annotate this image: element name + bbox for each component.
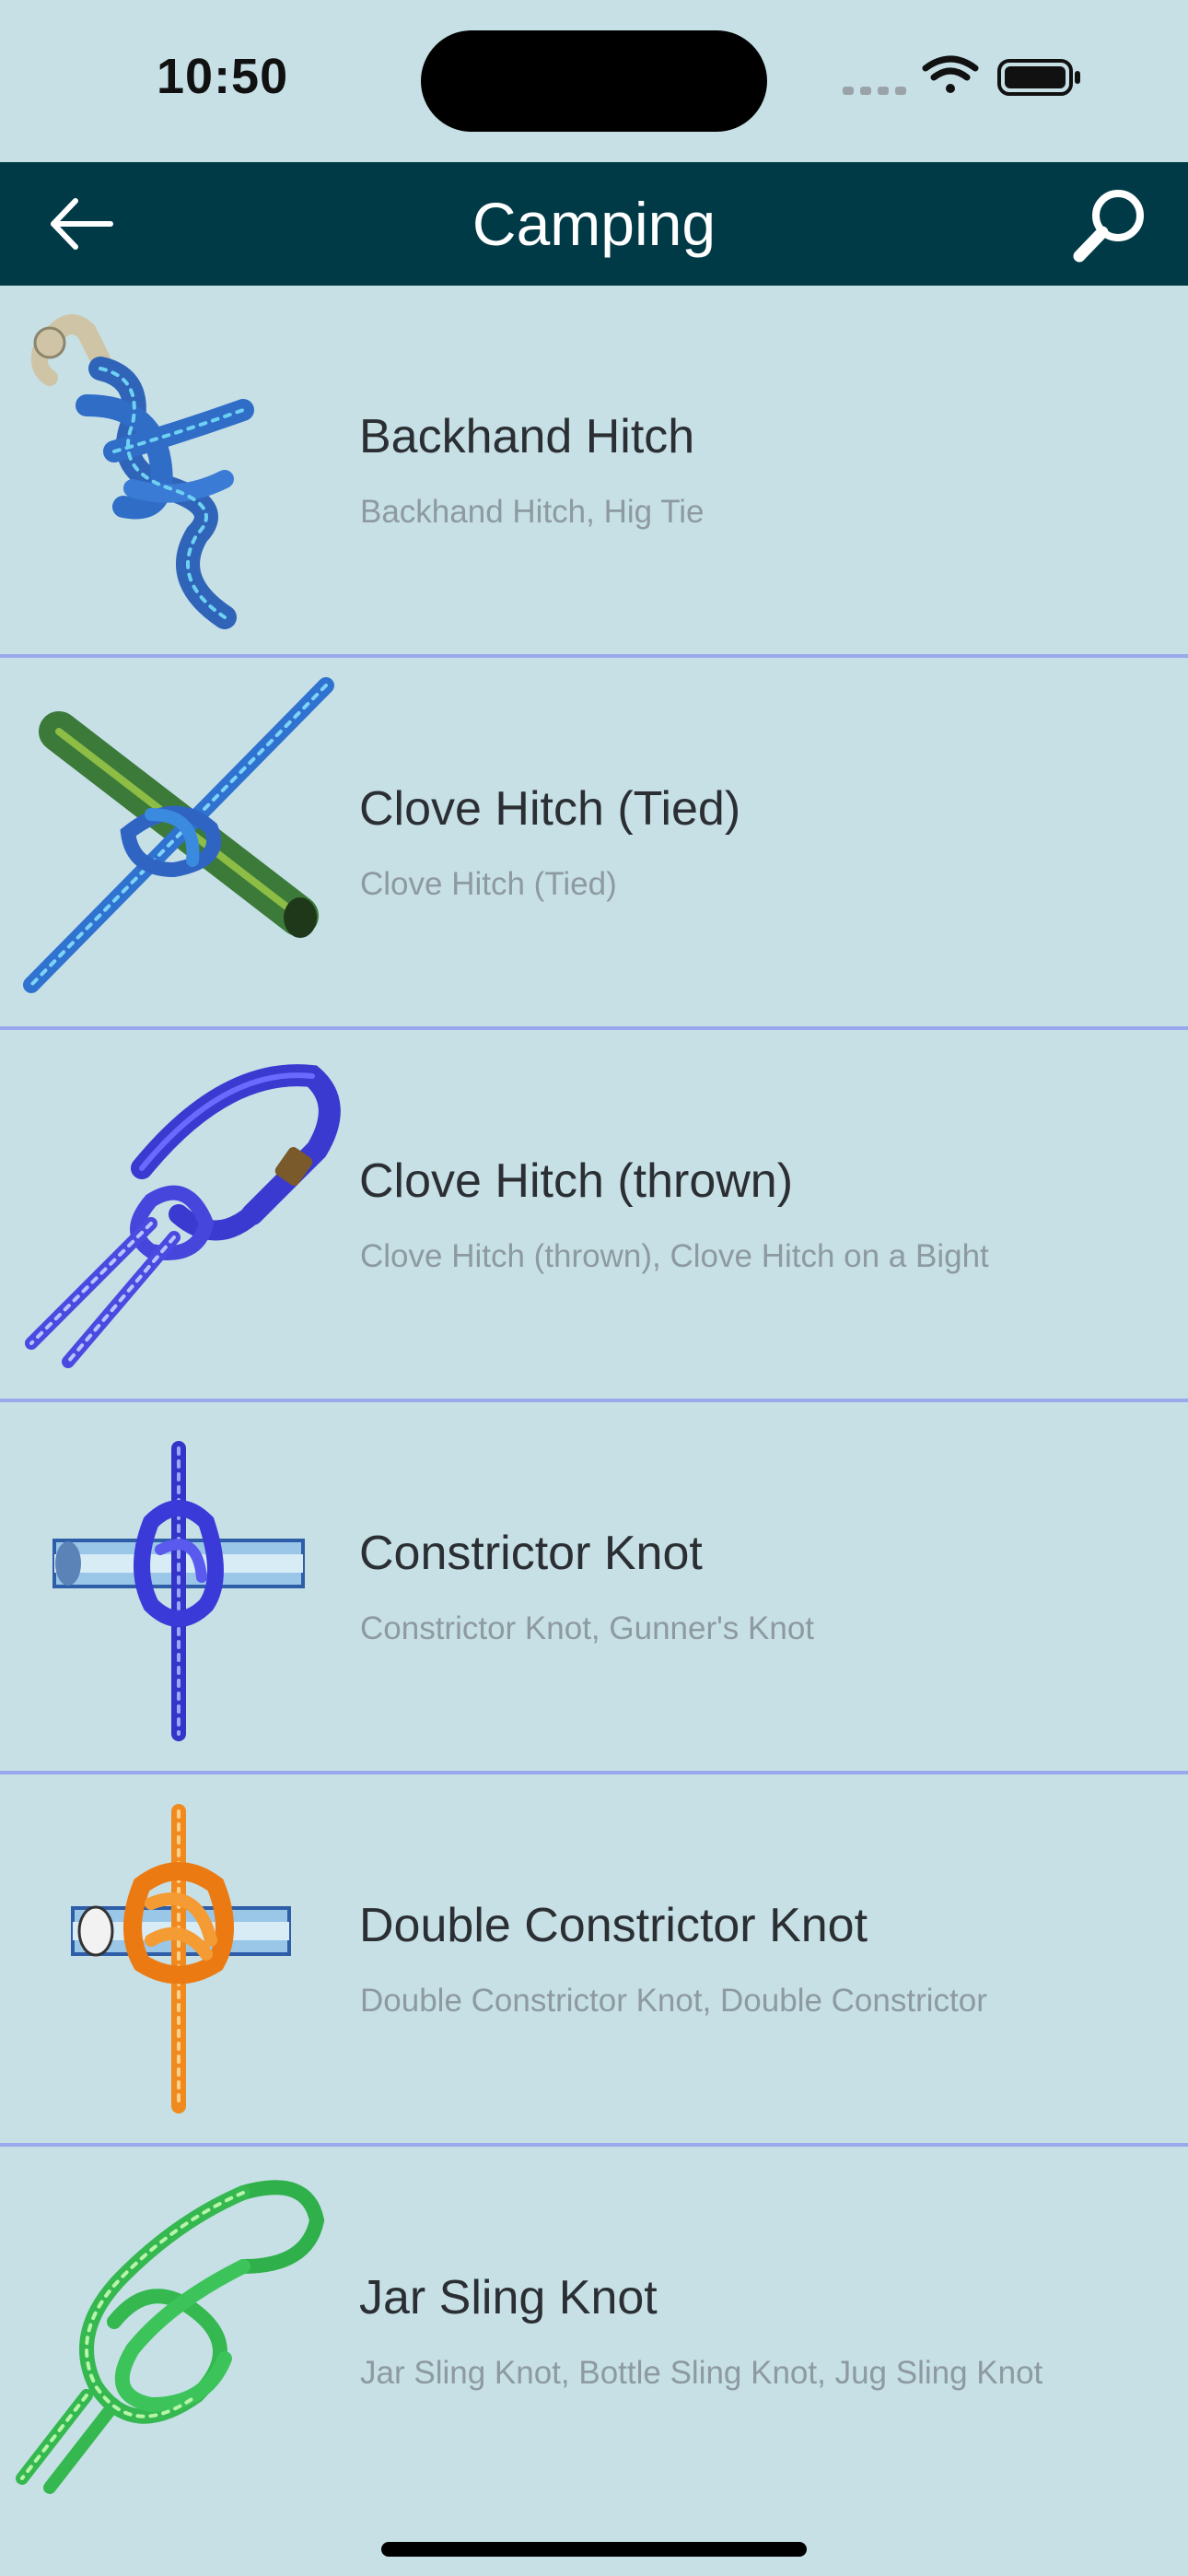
knot-title: Clove Hitch (Tied) (359, 782, 741, 836)
clove-hitch-tied-knot-icon (23, 677, 334, 993)
list-item[interactable]: Jar Sling Knot Jar Sling Knot, Bottle Sl… (0, 2147, 1188, 2515)
knot-subtitle: Constrictor Knot, Gunner's Knot (360, 1610, 815, 1646)
list-item[interactable]: Clove Hitch (thrown) Clove Hitch (thrown… (0, 1030, 1188, 1402)
status-time: 10:50 (157, 49, 289, 104)
knot-subtitle: Double Constrictor Knot, Double Constric… (360, 1983, 987, 2019)
status-icons (843, 55, 1080, 96)
backhand-hitch-knot-icon (30, 314, 254, 629)
jar-sling-knot-icon (16, 2180, 325, 2494)
nav-bar: Camping (0, 162, 1188, 286)
knot-subtitle: Clove Hitch (Tied) (360, 866, 617, 902)
knot-subtitle: Clove Hitch (thrown), Clove Hitch on a B… (360, 1238, 989, 1274)
page-title: Camping (472, 190, 716, 258)
knot-title: Double Constrictor Knot (359, 1899, 868, 1952)
home-indicator[interactable] (381, 2542, 807, 2557)
list-item[interactable]: Backhand Hitch Backhand Hitch, Hig Tie (0, 286, 1188, 658)
double-constrictor-knot-icon (71, 1804, 291, 2113)
list-item[interactable]: Clove Hitch (Tied) Clove Hitch (Tied) (0, 658, 1188, 1030)
clove-hitch-thrown-knot-icon (25, 1064, 341, 1368)
knot-title: Jar Sling Knot (359, 2271, 658, 2324)
search-button[interactable] (1068, 186, 1151, 265)
knot-subtitle: Backhand Hitch, Hig Tie (360, 494, 705, 530)
knot-subtitle: Jar Sling Knot, Bottle Sling Knot, Jug S… (360, 2355, 1043, 2391)
knot-list: Backhand Hitch Backhand Hitch, Hig Tie C… (0, 286, 1188, 2515)
cellular-icon (843, 87, 906, 95)
knot-title: Constrictor Knot (359, 1527, 703, 1580)
constrictor-knot-icon (52, 1441, 305, 1741)
status-bar: 10:50 (0, 0, 1188, 162)
wifi-icon (922, 55, 979, 93)
dynamic-island (421, 30, 767, 132)
knot-title: Backhand Hitch (359, 410, 695, 463)
list-item[interactable]: Constrictor Knot Constrictor Knot, Gunne… (0, 1402, 1188, 1774)
knot-title: Clove Hitch (thrown) (359, 1154, 794, 1208)
back-arrow-icon (51, 198, 113, 250)
list-item[interactable]: Double Constrictor Knot Double Constrict… (0, 1774, 1188, 2147)
search-icon (1073, 190, 1144, 263)
back-button[interactable] (44, 192, 118, 256)
battery-icon (997, 59, 1080, 96)
